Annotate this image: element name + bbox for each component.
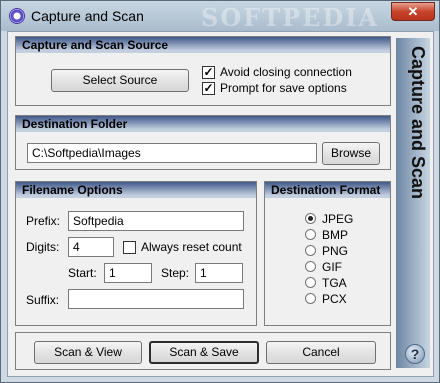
side-banner-title: Capture and Scan — [408, 46, 428, 200]
scan-view-button[interactable]: Scan & View — [34, 341, 142, 364]
format-label-pcx: PCX — [322, 292, 347, 306]
format-label-tga: TGA — [322, 276, 347, 290]
destination-group-title: Destination Folder — [22, 117, 128, 131]
format-radio-tga[interactable] — [305, 277, 316, 288]
filename-group-header: Filename Options — [16, 182, 256, 198]
avoid-closing-checkbox[interactable]: ✓ — [202, 66, 215, 79]
format-radio-jpeg[interactable] — [305, 213, 316, 224]
destination-path-field[interactable]: C:\Softpedia\Images — [27, 143, 317, 163]
source-group: Capture and Scan Source Select Source ✓ … — [15, 36, 391, 106]
suffix-label: Suffix: — [26, 293, 60, 307]
softpedia-watermark: SOFTPEDIA — [201, 3, 380, 32]
avoid-closing-label: Avoid closing connection — [220, 65, 352, 79]
format-radio-pcx[interactable] — [305, 293, 316, 304]
scan-save-button[interactable]: Scan & Save — [149, 341, 259, 364]
destination-format-group: Destination Format JPEG BMP PNG GIF TGA PCX — [264, 181, 391, 326]
format-label-bmp: BMP — [322, 228, 349, 242]
title-bar[interactable]: Capture and Scan SOFTPEDIA ✕ — [1, 1, 439, 32]
capture-scan-window: Capture and Scan SOFTPEDIA ✕ Capture and… — [0, 0, 440, 383]
button-bar: Scan & View Scan & Save Cancel — [15, 332, 391, 370]
start-label: Start: — [68, 266, 97, 280]
step-field[interactable]: 1 — [195, 263, 243, 283]
format-radio-png[interactable] — [305, 245, 316, 256]
format-label-jpeg: JPEG — [322, 212, 354, 226]
always-reset-checkbox[interactable] — [123, 241, 136, 254]
start-field[interactable]: 1 — [104, 263, 152, 283]
destination-group-header: Destination Folder — [16, 116, 390, 132]
app-icon — [9, 8, 25, 24]
format-group-header: Destination Format — [265, 182, 390, 198]
digits-label: Digits: — [26, 240, 60, 254]
suffix-field[interactable] — [68, 289, 244, 309]
window-title: Capture and Scan — [31, 8, 144, 24]
format-group-title: Destination Format — [271, 183, 381, 197]
close-button[interactable]: ✕ — [391, 2, 435, 21]
filename-options-group: Filename Options Prefix: Softpedia Digit… — [15, 181, 257, 326]
always-reset-label: Always reset count — [141, 240, 242, 254]
filename-group-title: Filename Options — [22, 183, 123, 197]
prompt-save-label: Prompt for save options — [220, 81, 347, 95]
destination-group: Destination Folder C:\Softpedia\Images B… — [15, 115, 391, 170]
help-icon[interactable]: ? — [405, 344, 425, 364]
prefix-field[interactable]: Softpedia — [68, 211, 244, 231]
prefix-label: Prefix: — [26, 214, 61, 228]
browse-button[interactable]: Browse — [322, 142, 380, 165]
source-group-title: Capture and Scan Source — [22, 38, 169, 52]
prompt-save-checkbox[interactable]: ✓ — [202, 82, 215, 95]
cancel-button[interactable]: Cancel — [266, 341, 376, 364]
side-banner: Capture and Scan — [396, 38, 430, 368]
digits-field[interactable]: 4 — [68, 237, 114, 257]
format-radio-bmp[interactable] — [305, 229, 316, 240]
step-label: Step: — [161, 266, 190, 280]
format-label-png: PNG — [322, 244, 349, 258]
format-radio-gif[interactable] — [305, 261, 316, 272]
select-source-button[interactable]: Select Source — [51, 69, 189, 92]
format-label-gif: GIF — [322, 260, 342, 274]
source-group-header: Capture and Scan Source — [16, 37, 390, 53]
close-icon: ✕ — [407, 4, 419, 19]
